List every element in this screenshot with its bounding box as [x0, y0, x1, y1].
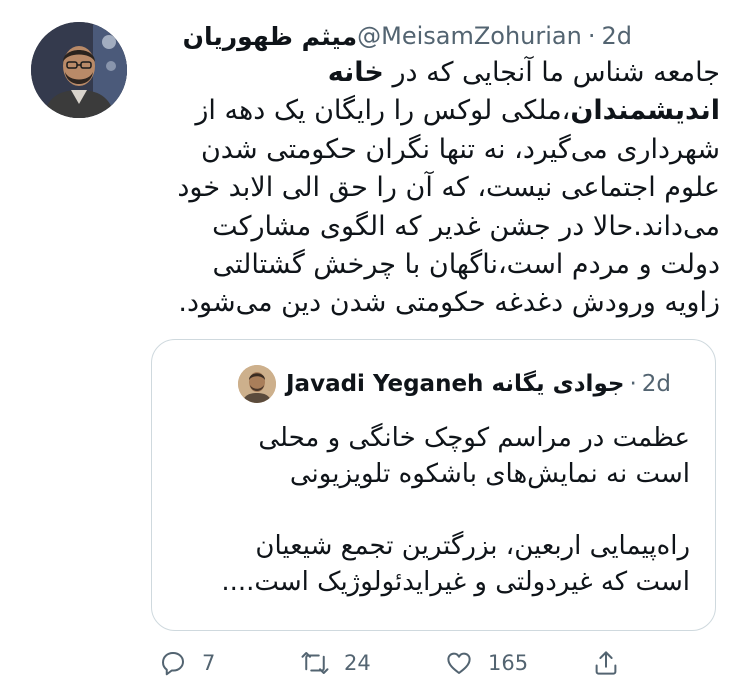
share-button[interactable]	[591, 648, 621, 678]
tweet-timestamp[interactable]: 2d	[601, 22, 632, 50]
tweet-line: می‌داند.حالا در جشن غدیر که الگوی مشارکت	[212, 210, 720, 242]
retweet-button[interactable]: 24	[300, 648, 371, 678]
reply-button[interactable]: 7	[158, 648, 215, 678]
share-icon	[595, 651, 617, 675]
tweet-line: زاویه ورودش دغدغه حکومتی شدن دین می‌شود.	[178, 287, 720, 319]
quoted-line: عظمت در مراسم کوچک خانگی و محلی	[258, 423, 690, 453]
time-separator: ·	[587, 22, 596, 50]
quoted-line: است که غیردولتی و غیرایدئولوژیک است....	[221, 567, 690, 597]
bold-phrase: اندیشمندان	[570, 95, 720, 127]
author-avatar[interactable]	[31, 22, 127, 118]
quoted-tweet-header: Javadi Yeganeh جوادی یگانه · 2d	[238, 364, 671, 404]
tweet-line: علوم اجتماعی نیست، که آن را حق الی الابد…	[177, 172, 720, 204]
author-handle[interactable]: @MeisamZohurian	[357, 22, 582, 50]
retweet-count: 24	[344, 651, 371, 675]
quoted-tweet-card[interactable]: Javadi Yeganeh جوادی یگانه · 2d عظمت در …	[151, 339, 716, 631]
bold-phrase: خانه	[327, 57, 384, 88]
quoted-line-blank	[170, 492, 690, 528]
quoted-line: راه‌پیمایی اربعین، بزرگترین تجمع شیعیان	[255, 531, 690, 561]
tweet-line: دولت و مردم است،ناگهان با چرخش گشتالتی	[212, 249, 720, 281]
reply-count: 7	[202, 651, 216, 675]
quoted-time-separator: ·	[629, 371, 637, 397]
reply-icon	[162, 652, 184, 676]
like-button[interactable]: 165	[444, 648, 528, 678]
tweet-actions-bar: 7 24 165	[0, 640, 750, 690]
quoted-tweet-body: عظمت در مراسم کوچک خانگی و محلی است نه ن…	[170, 420, 690, 600]
tweet-header: میثم ظهوریان @MeisamZohurian · 2d	[173, 16, 632, 56]
author-name[interactable]: میثم ظهوریان	[183, 22, 357, 51]
tweet-body: جامعه شناس ما آنجایی که در خانه اندیشمند…	[120, 54, 720, 323]
like-count: 165	[488, 651, 529, 675]
tweet-line: اندیشمندان،ملکی لوکس را رایگان یک دهه از	[195, 95, 720, 127]
quoted-timestamp: 2d	[641, 371, 671, 397]
tweet-line: شهرداری می‌گیرد، نه تنها نگران حکومتی شد…	[200, 133, 720, 165]
quoted-author-name: Javadi Yeganeh جوادی یگانه	[286, 371, 625, 397]
quoted-author-avatar	[238, 365, 276, 403]
like-icon	[447, 652, 471, 674]
retweet-icon	[301, 652, 329, 674]
tweet-line: جامعه شناس ما آنجایی که در خانه	[327, 57, 720, 88]
quoted-line: است نه نمایش‌های باشکوه تلویزیونی	[289, 459, 690, 489]
